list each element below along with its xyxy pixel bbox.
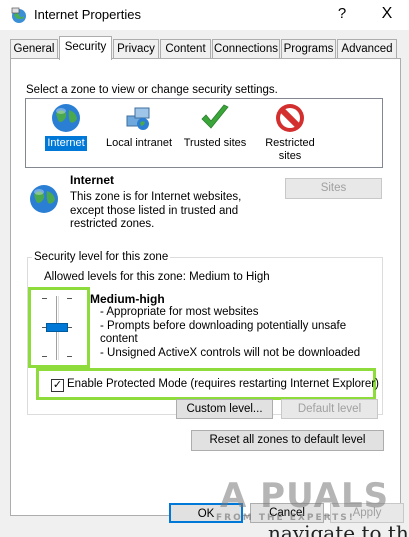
zone-label-trusted-sites: Trusted sites xyxy=(183,137,247,149)
zone-info-title: Internet xyxy=(70,173,115,187)
zone-prompt: Select a zone to view or change security… xyxy=(26,84,278,96)
zone-internet[interactable]: Internet xyxy=(40,102,92,151)
close-button[interactable]: X xyxy=(374,3,400,25)
level-point: content xyxy=(100,333,138,345)
zone-list: Internet Local intranet Trusted sites Re… xyxy=(25,98,383,168)
checkmark-icon xyxy=(201,104,229,129)
title-bar: Internet Properties ? X xyxy=(0,0,409,30)
protected-mode-checkbox[interactable]: ✓ xyxy=(51,379,64,392)
ok-button[interactable]: OK xyxy=(169,503,243,523)
protected-mode-label[interactable]: Enable Protected Mode (requires restarti… xyxy=(67,378,379,390)
internet-options-icon xyxy=(11,7,26,23)
zone-info-description: This zone is for Internet websites, exce… xyxy=(70,191,242,230)
globe-icon xyxy=(52,104,80,132)
apply-button[interactable]: Apply xyxy=(330,503,404,523)
level-point: - Unsigned ActiveX controls will not be … xyxy=(100,346,361,359)
protected-mode-highlight: ✓ Enable Protected Mode (requires restar… xyxy=(36,368,379,400)
zone-label-local-intranet: Local intranet xyxy=(105,137,173,149)
intranet-icon xyxy=(126,107,150,130)
window-title: Internet Properties xyxy=(34,7,141,22)
security-level-group-label: Security level for this zone xyxy=(32,251,171,263)
zone-label-internet: Internet xyxy=(45,136,87,151)
tab-advanced[interactable]: Advanced xyxy=(337,39,397,59)
default-level-button[interactable]: Default level xyxy=(281,399,378,419)
reset-all-zones-button[interactable]: Reset all zones to default level xyxy=(191,430,384,451)
tab-general[interactable]: General xyxy=(10,39,58,59)
allowed-levels-text: Allowed levels for this zone: Medium to … xyxy=(44,271,270,283)
slider-highlight-box xyxy=(28,287,90,368)
tab-privacy[interactable]: Privacy xyxy=(113,39,159,59)
zone-restricted-sites[interactable]: Restricted sites xyxy=(258,102,322,164)
zone-label-restricted-sites: Restricted sites xyxy=(265,137,315,162)
globe-icon xyxy=(30,185,58,213)
restricted-icon xyxy=(276,104,304,132)
internet-properties-dialog: Internet Properties ? X General Security… xyxy=(0,0,409,537)
help-button[interactable]: ? xyxy=(330,3,354,25)
tab-security[interactable]: Security xyxy=(59,36,112,60)
cancel-button[interactable]: Cancel xyxy=(250,503,324,523)
tab-connections[interactable]: Connections xyxy=(212,39,280,59)
tab-programs[interactable]: Programs xyxy=(281,39,336,59)
level-point: - Prompts before downloading potentially… xyxy=(100,319,347,332)
zone-trusted-sites[interactable]: Trusted sites xyxy=(181,102,249,151)
tab-content[interactable]: Content xyxy=(160,39,211,59)
security-level-name: Medium-high xyxy=(90,292,165,306)
zone-local-intranet[interactable]: Local intranet xyxy=(102,102,176,151)
security-level-description: - Appropriate for most websites - Prompt… xyxy=(100,306,370,360)
custom-level-button[interactable]: Custom level... xyxy=(176,399,273,419)
level-point: - Appropriate for most websites xyxy=(100,306,259,318)
background-article-text: navigate to the xyxy=(268,521,409,537)
sites-button[interactable]: Sites xyxy=(285,178,382,199)
